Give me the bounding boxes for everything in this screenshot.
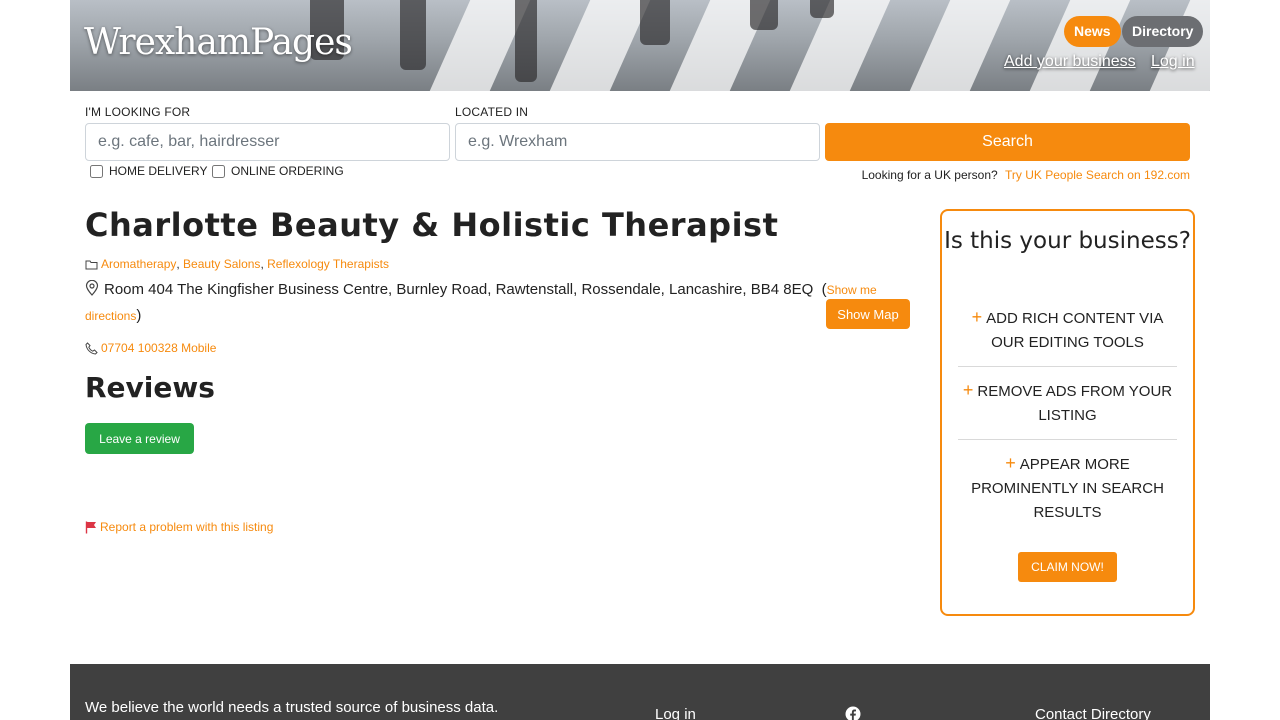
- directory-button[interactable]: Directory: [1122, 16, 1204, 47]
- phone-row: 07704 100328 Mobile: [85, 341, 216, 355]
- footer-login-link[interactable]: Log in: [655, 706, 696, 720]
- crosswalk-stripe: [549, 0, 651, 91]
- category-link-aromatherapy[interactable]: Aromatherapy: [101, 257, 176, 271]
- map-pin-icon: [85, 280, 99, 296]
- claim-heading: Is this your business?: [944, 228, 1191, 254]
- claim-benefit: + REMOVE ADS FROM YOUR LISTING: [958, 378, 1177, 428]
- login-link[interactable]: Log in: [1151, 53, 1195, 71]
- claim-benefit-text: REMOVE ADS FROM YOUR LISTING: [977, 383, 1173, 424]
- facebook-icon[interactable]: [845, 706, 861, 720]
- divider: [958, 439, 1177, 440]
- report-problem: Report a problem with this listing: [85, 520, 273, 534]
- home-delivery-checkbox[interactable]: [90, 164, 103, 178]
- located-in-label: LOCATED IN: [455, 105, 529, 119]
- pedestrian-silhouette: [515, 0, 537, 82]
- news-button[interactable]: News: [1064, 16, 1121, 47]
- business-title: Charlotte Beauty & Holistic Therapist: [85, 206, 779, 244]
- header-banner: WrexhamPages News Directory Add your bus…: [70, 0, 1210, 91]
- phone-icon: [85, 341, 98, 355]
- looking-for-label: I'M LOOKING FOR: [85, 105, 191, 119]
- pedestrian-silhouette: [750, 0, 778, 30]
- folder-icon: [85, 259, 98, 270]
- claim-benefit: + APPEAR MORE PROMINENTLY IN SEARCH RESUL…: [958, 451, 1177, 525]
- search-button[interactable]: Search: [825, 123, 1190, 161]
- uk-person-prompt: Looking for a UK person?: [861, 168, 998, 182]
- category-separator: ,: [176, 257, 184, 271]
- category-list: Aromatherapy, Beauty Salons, Reflexology…: [85, 257, 389, 271]
- claim-business-box: Is this your business? + ADD RICH CONTENT…: [940, 209, 1195, 616]
- claim-benefit-text: ADD RICH CONTENT VIA OUR EDITING TOOLS: [986, 310, 1164, 351]
- address-text: Room 404 The Kingfisher Business Centre,…: [104, 281, 814, 298]
- site-logo[interactable]: WrexhamPages: [84, 22, 353, 63]
- located-in-input[interactable]: [455, 123, 820, 161]
- footer: We believe the world needs a trusted sou…: [70, 664, 1210, 720]
- category-separator: ,: [260, 257, 268, 271]
- reviews-heading: Reviews: [85, 371, 215, 404]
- plus-icon: +: [1005, 453, 1016, 473]
- online-ordering-checkbox[interactable]: [212, 164, 225, 178]
- claim-now-button[interactable]: CLAIM NOW!: [1018, 552, 1117, 582]
- contact-directory-link[interactable]: Contact Directory: [1035, 706, 1151, 720]
- phone-link[interactable]: 07704 100328 Mobile: [101, 341, 216, 355]
- report-problem-link[interactable]: Report a problem with this listing: [100, 520, 273, 534]
- pedestrian-silhouette: [810, 0, 834, 18]
- online-ordering-label: ONLINE ORDERING: [231, 164, 344, 178]
- home-delivery-checkbox-wrap[interactable]: HOME DELIVERY: [90, 164, 207, 178]
- looking-for-input[interactable]: [85, 123, 450, 161]
- claim-benefit: + ADD RICH CONTENT VIA OUR EDITING TOOLS: [958, 305, 1177, 355]
- category-link-reflexology[interactable]: Reflexology Therapists: [267, 257, 389, 271]
- category-link-beauty-salons[interactable]: Beauty Salons: [183, 257, 260, 271]
- flag-icon: [85, 521, 97, 534]
- crosswalk-stripe: [789, 0, 891, 91]
- home-delivery-label: HOME DELIVERY: [109, 164, 208, 178]
- uk-people-search: Looking for a UK person? Try UK People S…: [862, 168, 1190, 182]
- online-ordering-checkbox-wrap[interactable]: ONLINE ORDERING: [212, 164, 344, 178]
- leave-review-button[interactable]: Leave a review: [85, 423, 194, 454]
- uk-people-search-link[interactable]: Try UK People Search on 192.com: [1005, 168, 1190, 182]
- plus-icon: +: [962, 380, 974, 400]
- pedestrian-silhouette: [640, 0, 670, 45]
- add-business-link[interactable]: Add your business: [1004, 53, 1136, 71]
- claim-benefit-text: APPEAR MORE PROMINENTLY IN SEARCH RESULT…: [971, 456, 1164, 521]
- divider: [958, 366, 1177, 367]
- show-map-button[interactable]: Show Map: [826, 299, 910, 329]
- crosswalk-stripe: [909, 0, 1011, 91]
- pedestrian-silhouette: [400, 0, 426, 70]
- business-address: Room 404 The Kingfisher Business Centre,…: [85, 280, 877, 324]
- plus-icon: +: [971, 307, 983, 327]
- footer-tagline: We believe the world needs a trusted sou…: [85, 699, 499, 716]
